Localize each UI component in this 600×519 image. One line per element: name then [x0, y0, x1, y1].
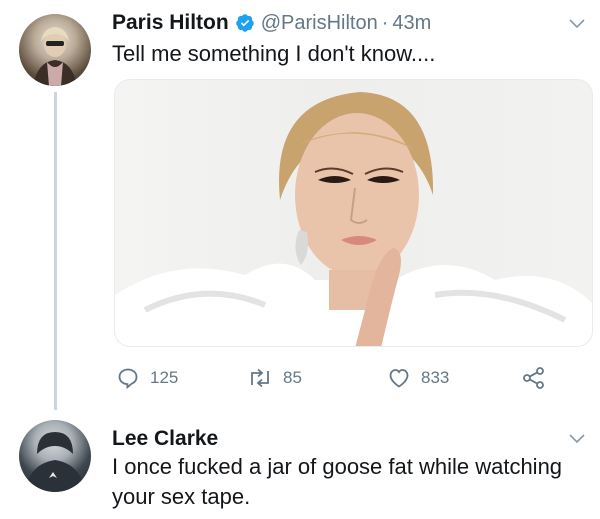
avatar[interactable] — [19, 420, 91, 492]
like-icon — [389, 369, 409, 388]
tweet-photo[interactable] — [114, 79, 593, 347]
like-count: 833 — [421, 368, 450, 387]
reply-button[interactable]: 125 — [116, 366, 247, 390]
retweet-icon — [251, 368, 269, 388]
tweet-text: Tell me something I don't know.... — [112, 41, 436, 66]
verified-badge-icon — [235, 14, 254, 32]
timestamp[interactable]: 43m — [392, 12, 431, 35]
separator-dot: · — [381, 11, 389, 34]
retweet-count: 85 — [283, 368, 302, 387]
reply-count: 125 — [150, 368, 179, 387]
tweet-header: Lee Clarke — [112, 427, 218, 451]
chevron-down-icon[interactable] — [569, 19, 585, 29]
handle[interactable]: @ParisHilton — [261, 12, 378, 35]
share-icon — [523, 367, 544, 389]
tweet-main: Paris Hilton @ParisHilton · 43m Tell me … — [0, 0, 600, 410]
display-name[interactable]: Lee Clarke — [112, 427, 218, 451]
share-button[interactable] — [521, 366, 557, 390]
tweet-text: I once fucked a jar of goose fat while w… — [112, 454, 563, 509]
chevron-down-icon[interactable] — [569, 434, 585, 444]
reply-icon — [118, 368, 138, 390]
retweet-button[interactable]: 85 — [247, 366, 387, 390]
avatar[interactable] — [19, 14, 91, 86]
thread-line — [54, 92, 57, 410]
tweet-header: Paris Hilton @ParisHilton · 43m — [112, 11, 431, 35]
tweet-reply: Lee Clarke I once fucked a jar of goose … — [0, 412, 600, 519]
like-button[interactable]: 833 — [387, 366, 521, 390]
tweet-actions: 125 85 833 — [116, 366, 557, 390]
display-name[interactable]: Paris Hilton — [112, 11, 229, 35]
